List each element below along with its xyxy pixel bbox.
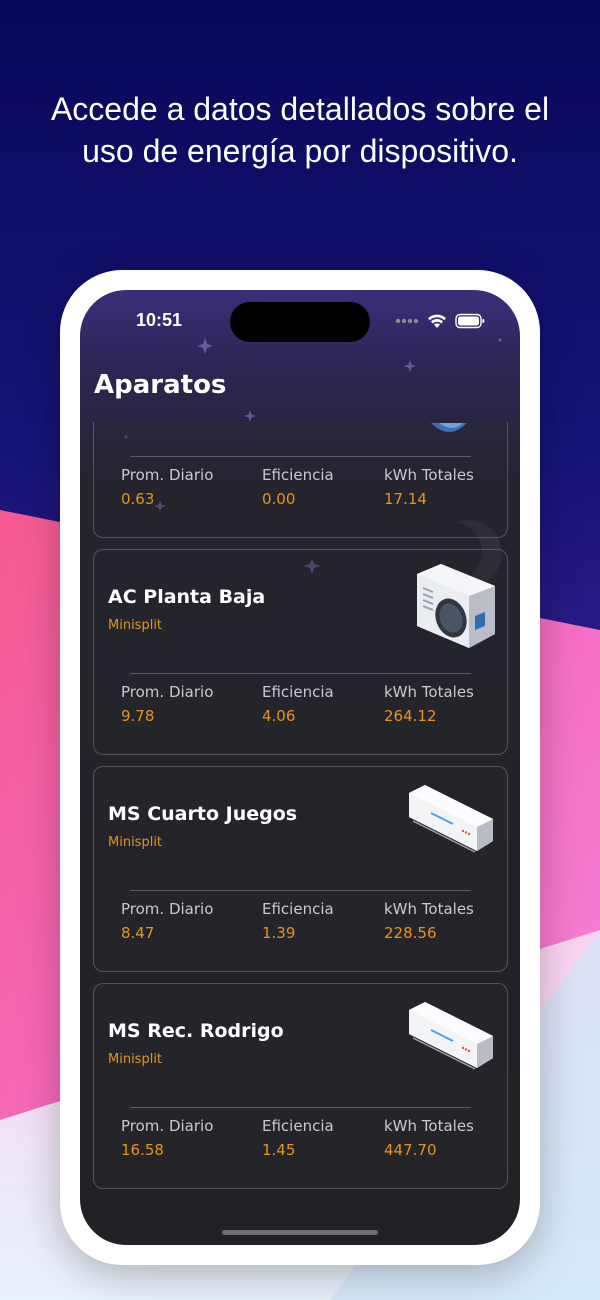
device-card[interactable]: AC Planta Baja Minisplit Prom. Diario 9.…: [93, 549, 508, 755]
stat-efficiency: Eficiencia 4.06: [262, 683, 334, 725]
stat-value: 17.14: [384, 490, 427, 508]
battery-icon: [455, 313, 485, 329]
stat-efficiency: Eficiencia 1.39: [262, 900, 334, 942]
stat-label: kWh Totales: [384, 900, 474, 918]
stat-value: 264.12: [384, 707, 437, 725]
stat-total: kWh Totales 228.56: [384, 900, 474, 942]
minisplit-indoor-unit-icon: [409, 785, 493, 853]
stat-label: Eficiencia: [262, 1117, 334, 1135]
stat-label: Eficiencia: [262, 466, 334, 484]
status-icons: [395, 312, 485, 330]
device-type: Minisplit: [108, 835, 163, 850]
device-type: Minisplit: [108, 1052, 163, 1067]
device-card[interactable]: MS Rec. Rodrigo Minisplit Prom. Diario 1…: [93, 983, 508, 1189]
stat-label: Eficiencia: [262, 900, 334, 918]
card-divider: [130, 1107, 471, 1108]
stat-label: Prom. Diario: [121, 466, 214, 484]
stat-value: 228.56: [384, 924, 437, 942]
stat-value: 9.78: [121, 707, 155, 725]
stat-efficiency: Eficiencia 0.00: [262, 466, 334, 508]
stat-efficiency: Eficiencia 1.45: [262, 1117, 334, 1159]
stat-value: 447.70: [384, 1141, 437, 1159]
card-divider: [130, 673, 471, 674]
headline: Accede a datos detallados sobre el uso d…: [50, 91, 550, 169]
phone-screen: 10:51 Aparatos Prom. Diario 0.63 Eficien…: [80, 290, 520, 1245]
stat-value: 16.58: [121, 1141, 164, 1159]
wifi-icon: [428, 314, 446, 328]
stat-value: 1.45: [262, 1141, 296, 1159]
device-card[interactable]: Prom. Diario 0.63 Eficiencia 0.00 kWh To…: [93, 422, 508, 538]
stat-label: Prom. Diario: [121, 683, 214, 701]
stat-daily: Prom. Diario 16.58: [121, 1117, 213, 1159]
device-name: MS Cuarto Juegos: [108, 803, 298, 825]
dynamic-island: [230, 302, 370, 342]
ac-outdoor-unit-icon: [417, 564, 495, 648]
device-type: Minisplit: [108, 618, 163, 633]
stat-daily: Prom. Diario 0.63: [121, 466, 213, 508]
device-list[interactable]: Prom. Diario 0.63 Eficiencia 0.00 kWh To…: [80, 422, 520, 1222]
device-image-partial: [431, 423, 467, 432]
card-divider: [130, 456, 471, 457]
stat-value: 4.06: [262, 707, 296, 725]
stat-daily: Prom. Diario 9.78: [121, 683, 213, 725]
device-name: MS Rec. Rodrigo: [108, 1020, 284, 1042]
home-indicator[interactable]: [222, 1230, 378, 1235]
stat-label: Prom. Diario: [121, 1117, 214, 1135]
stat-total: kWh Totales 17.14: [384, 466, 474, 508]
stat-label: kWh Totales: [384, 466, 474, 484]
screen-title: Aparatos: [94, 370, 227, 400]
stat-total: kWh Totales 447.70: [384, 1117, 474, 1159]
status-time: 10:51: [136, 310, 183, 330]
stat-value: 1.39: [262, 924, 296, 942]
stat-label: kWh Totales: [384, 683, 474, 701]
stat-label: Eficiencia: [262, 683, 334, 701]
stat-value: 0.63: [121, 490, 155, 508]
stat-label: kWh Totales: [384, 1117, 474, 1135]
device-card[interactable]: MS Cuarto Juegos Minisplit Prom. Diario …: [93, 766, 508, 972]
stat-total: kWh Totales 264.12: [384, 683, 474, 725]
device-name: AC Planta Baja: [108, 586, 266, 608]
stat-value: 8.47: [121, 924, 155, 942]
card-divider: [130, 890, 471, 891]
stat-value: 0.00: [262, 490, 296, 508]
signal-icon: [395, 318, 419, 324]
minisplit-indoor-unit-icon: [409, 1002, 493, 1070]
stat-label: Prom. Diario: [121, 900, 214, 918]
stat-daily: Prom. Diario 8.47: [121, 900, 213, 942]
